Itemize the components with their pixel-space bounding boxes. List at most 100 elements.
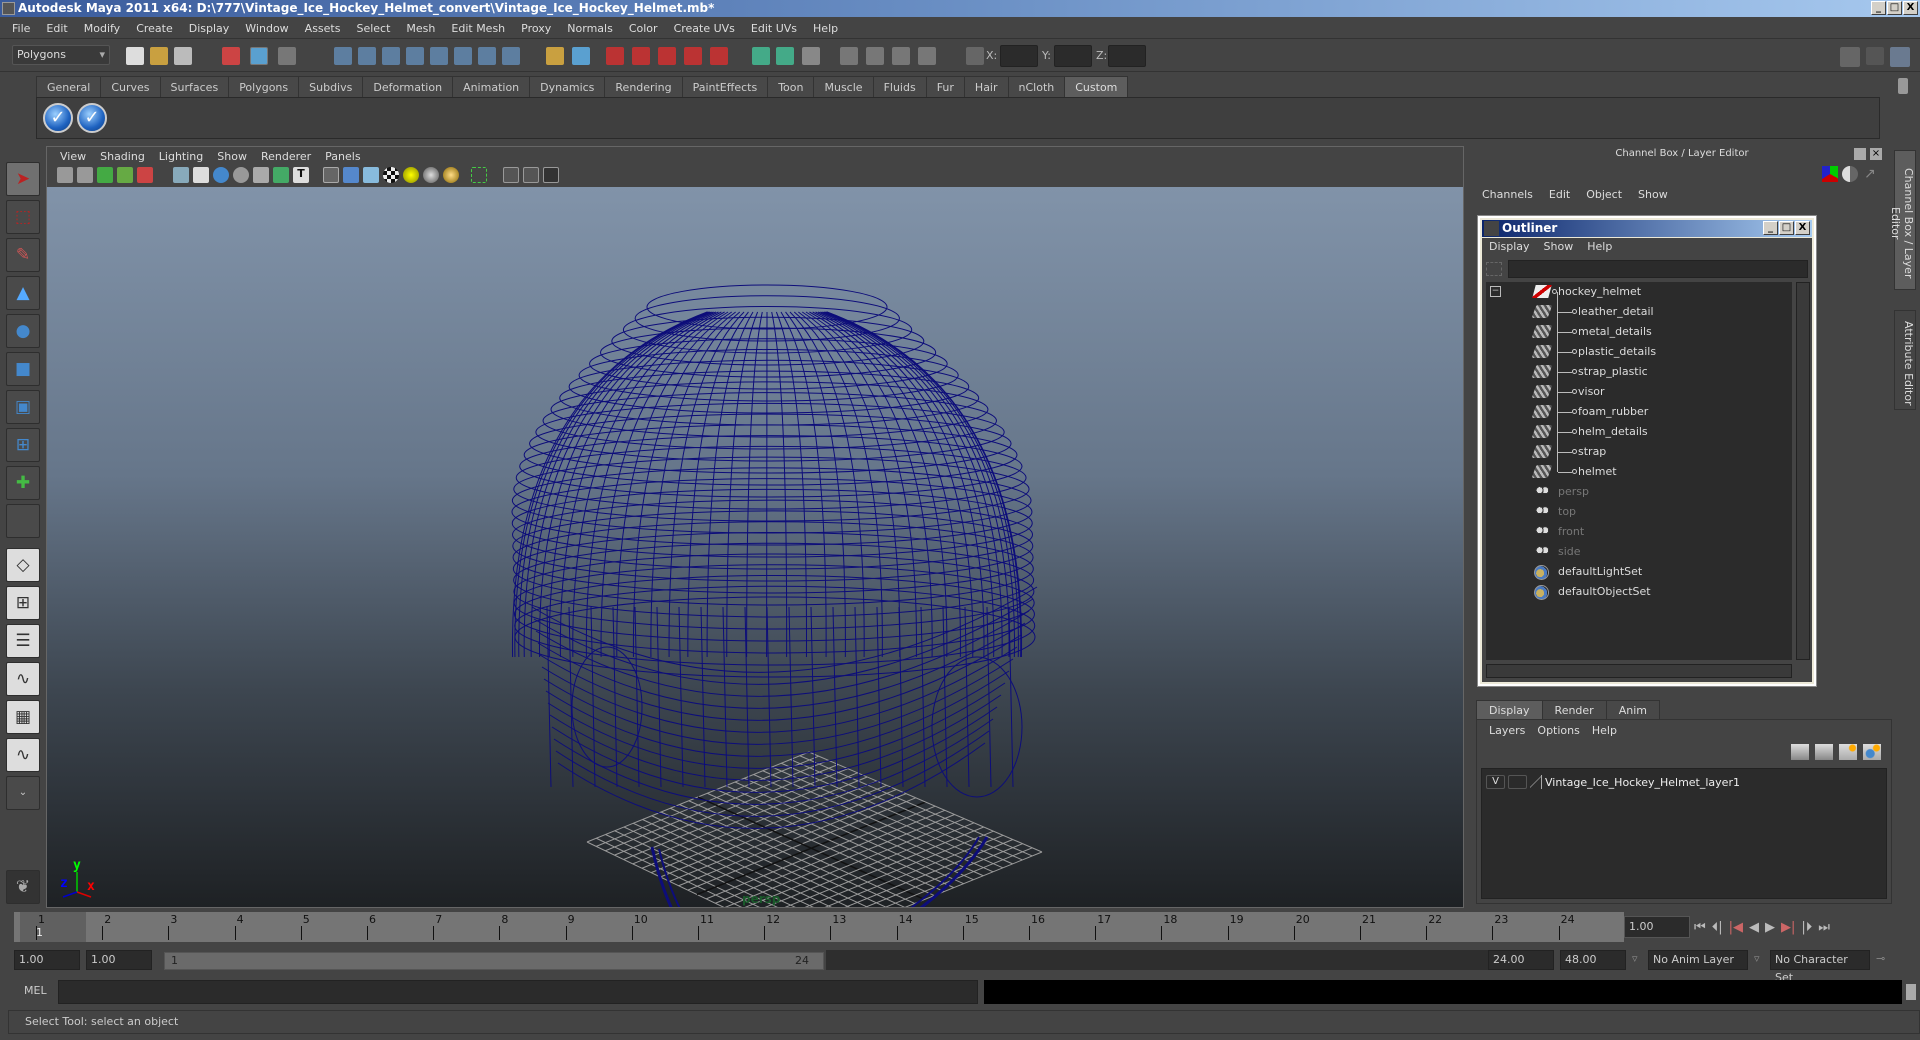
snap-plane-icon[interactable] [406, 47, 424, 65]
viewport-menu-renderer[interactable]: Renderer [254, 150, 318, 163]
shelf-tab-fur[interactable]: Fur [925, 76, 965, 97]
render-frame-icon[interactable] [866, 47, 884, 65]
play-forwards-icon[interactable]: ▶ [1765, 920, 1775, 935]
wireframe-on-shaded-icon[interactable] [363, 167, 379, 183]
select-tool-icon[interactable]: ➤ [6, 162, 40, 196]
menu-color[interactable]: Color [621, 22, 666, 35]
playback-start-field[interactable]: 1.00 [86, 950, 152, 970]
outliner-item[interactable]: helm_details [1486, 422, 1786, 442]
viewport-menu-lighting[interactable]: Lighting [152, 150, 210, 163]
paint-select-tool-icon[interactable]: ✎ [6, 238, 40, 272]
outliner-item[interactable]: strap [1486, 442, 1786, 462]
move-tool-icon[interactable]: ▲ [6, 276, 40, 310]
single-perspective-layout-icon[interactable]: ◇ [6, 548, 40, 582]
universal-manipulator-icon[interactable]: ▣ [6, 390, 40, 424]
shelf-tab-deformation[interactable]: Deformation [362, 76, 454, 97]
create-empty-layer-icon[interactable] [1839, 744, 1857, 760]
snap-curve-icon[interactable] [358, 47, 376, 65]
range-slider[interactable]: 1 24 [164, 952, 824, 970]
resolution-gate-icon[interactable] [213, 167, 229, 183]
outliner-item[interactable]: strap_plastic [1486, 362, 1786, 382]
y-field[interactable] [1054, 45, 1092, 67]
render-settings-icon[interactable] [918, 47, 936, 65]
outliner-maximize-button[interactable]: □ [1779, 221, 1794, 235]
animation-start-field[interactable]: 1.00 [14, 950, 80, 970]
xray-icon[interactable] [503, 167, 519, 183]
transform-input-icon[interactable] [966, 47, 984, 65]
outliner-item[interactable]: plastic_details [1486, 342, 1786, 362]
shelf-tab-curves[interactable]: Curves [100, 76, 161, 97]
layer-color-swatch[interactable] [1530, 775, 1542, 789]
magnet-surface-icon[interactable] [684, 47, 702, 65]
hypershade-persp-layout-icon[interactable]: ▦ [6, 700, 40, 734]
shelf-tab-general[interactable]: General [36, 76, 102, 97]
go-to-start-icon[interactable]: ⏮ [1694, 920, 1706, 935]
shelf-checkmark-button-2[interactable]: ✓ [77, 103, 107, 133]
viewport-menu-show[interactable]: Show [210, 150, 254, 163]
outliner-item[interactable]: helmet [1486, 462, 1786, 482]
float-panel-icon[interactable] [1854, 148, 1866, 160]
outliner-horizontal-scrollbar[interactable] [1486, 664, 1792, 678]
select-camera-icon[interactable] [57, 167, 73, 183]
outliner-item[interactable]: defaultLightSet [1486, 562, 1786, 582]
command-language-label[interactable]: MEL [24, 984, 47, 997]
auto-key-icon[interactable]: ⊸ [1876, 952, 1885, 965]
z-field[interactable] [1108, 45, 1146, 67]
shelf-tab-painteffects[interactable]: PaintEffects [681, 76, 769, 97]
tab-channel-box-layer-editor[interactable]: Channel Box / Layer Editor [1889, 150, 1916, 290]
outliner-item[interactable]: front [1486, 522, 1786, 542]
layer-tab-display[interactable]: Display [1476, 700, 1543, 719]
2d-pan-zoom-icon[interactable] [137, 167, 153, 183]
lock-icon[interactable] [546, 47, 564, 65]
select-object-icon[interactable] [250, 47, 268, 65]
layer-tab-anim[interactable]: Anim [1605, 700, 1660, 719]
shelf-tab-custom[interactable]: Custom [1064, 76, 1129, 97]
step-forward-key-icon[interactable]: ▶| [1781, 920, 1795, 935]
channel-menu-edit[interactable]: Edit [1541, 186, 1578, 204]
scale-tool-icon[interactable]: ■ [6, 352, 40, 386]
move-layer-up-icon[interactable] [1791, 744, 1809, 760]
wireframe-icon[interactable] [323, 167, 339, 183]
persp-graph-layout-icon[interactable]: ∿ [6, 662, 40, 696]
menu-file[interactable]: File [4, 22, 38, 35]
camera-attributes-icon[interactable] [77, 167, 93, 183]
open-scene-icon[interactable] [150, 47, 168, 65]
menu-display[interactable]: Display [181, 22, 238, 35]
shelf-tab-subdivs[interactable]: Subdivs [298, 76, 364, 97]
shelf-tab-animation[interactable]: Animation [452, 76, 531, 97]
helmet-wireframe[interactable] [511, 284, 1038, 907]
menu-mesh[interactable]: Mesh [398, 22, 443, 35]
channel-box-toggle-icon[interactable] [1890, 47, 1910, 67]
snap-grid-icon[interactable] [334, 47, 352, 65]
construction-history-icon[interactable] [802, 47, 820, 65]
menu-create[interactable]: Create [128, 22, 181, 35]
script-editor-icon[interactable] [1906, 984, 1916, 1000]
outliner-item[interactable]: persp [1486, 482, 1786, 502]
step-back-frame-icon[interactable]: ⏴| [1712, 920, 1723, 935]
lasso-tool-icon[interactable]: ⬚ [6, 200, 40, 234]
move-layer-down-icon[interactable] [1815, 744, 1833, 760]
menu-set-dropdown[interactable]: Polygons [12, 45, 110, 65]
snap-vertex-icon[interactable] [454, 47, 472, 65]
anim-layer-dropdown-icon[interactable]: ▿ [1632, 952, 1638, 965]
close-panel-icon[interactable]: × [1870, 148, 1882, 160]
help-icon[interactable] [502, 47, 520, 65]
minimize-button[interactable]: _ [1871, 1, 1886, 15]
film-gate-icon[interactable] [193, 167, 209, 183]
x-field[interactable] [1000, 45, 1038, 67]
outliner-menu-help[interactable]: Help [1580, 238, 1619, 256]
xray-joints-icon[interactable] [523, 167, 539, 183]
layer-tab-render[interactable]: Render [1541, 700, 1607, 719]
snap-live-icon[interactable] [478, 47, 496, 65]
attribute-editor-toggle-icon[interactable] [1840, 47, 1860, 67]
shelf-tab-polygons[interactable]: Polygons [228, 76, 300, 97]
render-view-icon[interactable] [840, 47, 858, 65]
bookmark-icon[interactable] [97, 167, 113, 183]
trash-icon[interactable] [1898, 78, 1908, 94]
outliner-menu-show[interactable]: Show [1537, 238, 1581, 256]
menu-edit-uvs[interactable]: Edit UVs [743, 22, 805, 35]
outliner-item[interactable]: foam_rubber [1486, 402, 1786, 422]
hyperbolic-icon[interactable]: ↗ [1864, 166, 1880, 182]
outliner-filter-input[interactable] [1508, 260, 1808, 278]
current-frame-field[interactable]: 1.00 [1624, 916, 1690, 938]
